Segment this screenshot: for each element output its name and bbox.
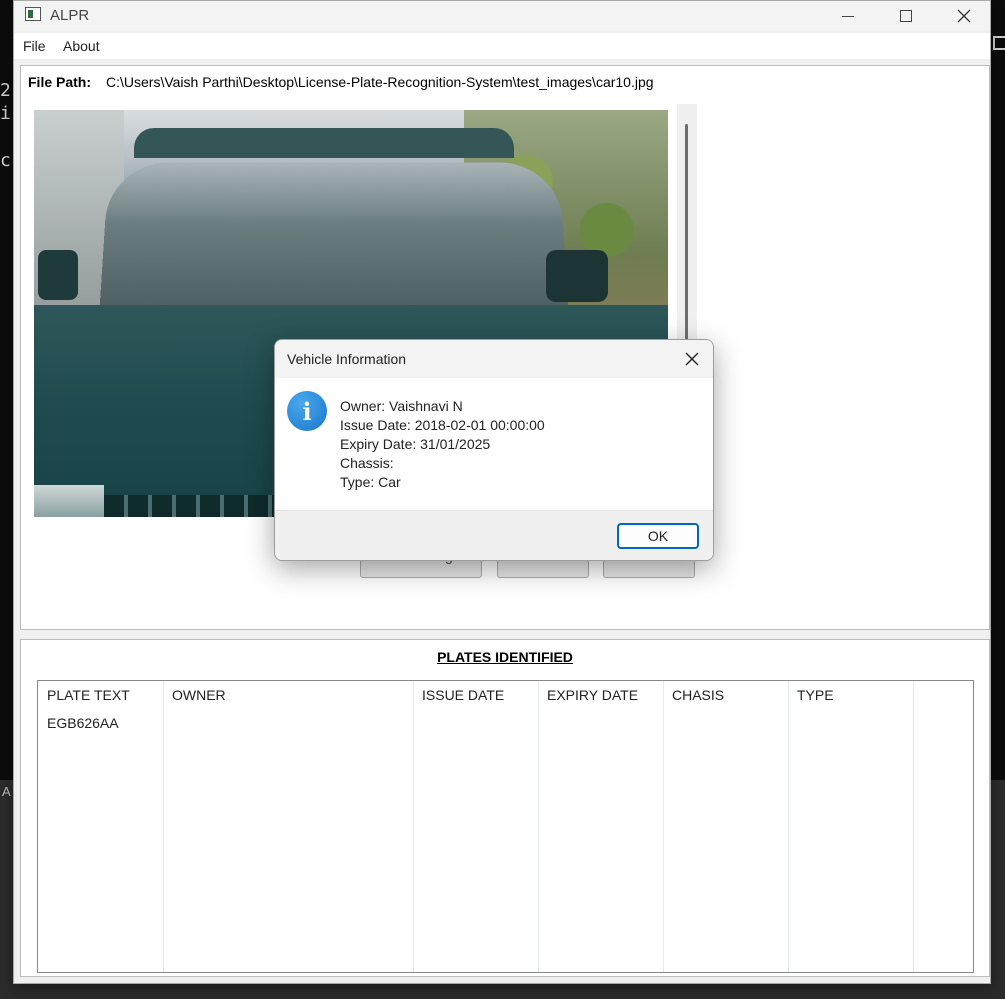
maximize-icon <box>900 10 912 22</box>
scrollbar-thumb[interactable] <box>685 124 688 340</box>
dialog-close-button[interactable] <box>673 344 711 374</box>
app-icon <box>25 7 41 21</box>
column-header-chasis[interactable]: CHASIS <box>672 687 724 703</box>
close-icon <box>685 352 699 366</box>
close-icon <box>957 9 971 23</box>
menu-about[interactable]: About <box>63 38 100 54</box>
dialog-title-bar[interactable]: Vehicle Information <box>275 340 713 378</box>
ok-button[interactable]: OK <box>617 523 699 549</box>
dialog-body: i Owner: Vaishnavi N Issue Date: 2018-02… <box>275 378 713 510</box>
vehicle-info-dialog: Vehicle Information i Owner: Vaishnavi N… <box>274 339 714 561</box>
console-text: i <box>0 103 11 124</box>
console-footer-text: A <box>2 784 11 799</box>
dialog-type: Type: Car <box>340 474 401 490</box>
column-header-plate-text[interactable]: PLATE TEXT <box>47 687 130 703</box>
console-window-edge <box>993 36 1005 50</box>
minimize-button[interactable] <box>819 1 877 31</box>
table-cell-plate-text[interactable]: EGB626AA <box>47 715 119 731</box>
file-path-label: File Path: <box>28 74 92 90</box>
dialog-issue-date: Issue Date: 2018-02-01 00:00:00 <box>340 417 545 433</box>
maximize-button[interactable] <box>877 1 935 31</box>
column-header-type[interactable]: TYPE <box>797 687 834 703</box>
minimize-icon <box>842 15 854 17</box>
window-title: ALPR <box>50 7 90 24</box>
dialog-owner: Owner: Vaishnavi N <box>340 398 463 414</box>
title-bar[interactable]: ALPR <box>14 1 990 31</box>
plates-panel: PLATES IDENTIFIED PLATE TEXT OWNER ISSUE… <box>20 639 990 977</box>
dialog-expiry-date: Expiry Date: 31/01/2025 <box>340 436 491 452</box>
console-text: c <box>0 150 11 171</box>
column-header-expiry-date[interactable]: EXPIRY DATE <box>547 687 638 703</box>
menu-file[interactable]: File <box>23 38 46 54</box>
dialog-title: Vehicle Information <box>287 351 407 367</box>
info-icon: i <box>287 391 327 431</box>
file-path-value: C:\Users\Vaish Parthi\Desktop\License-Pl… <box>106 74 654 90</box>
plates-table: PLATE TEXT OWNER ISSUE DATE EXPIRY DATE … <box>37 680 974 973</box>
console-text: 2 <box>0 80 11 101</box>
dialog-chassis: Chassis: <box>340 455 394 471</box>
image-scrollbar[interactable] <box>677 104 697 344</box>
column-header-issue-date[interactable]: ISSUE DATE <box>422 687 504 703</box>
close-button[interactable] <box>935 1 993 31</box>
plates-title: PLATES IDENTIFIED <box>437 649 573 665</box>
menu-bar: File About <box>14 33 990 59</box>
dialog-footer: OK <box>275 510 713 560</box>
column-header-owner[interactable]: OWNER <box>172 687 226 703</box>
